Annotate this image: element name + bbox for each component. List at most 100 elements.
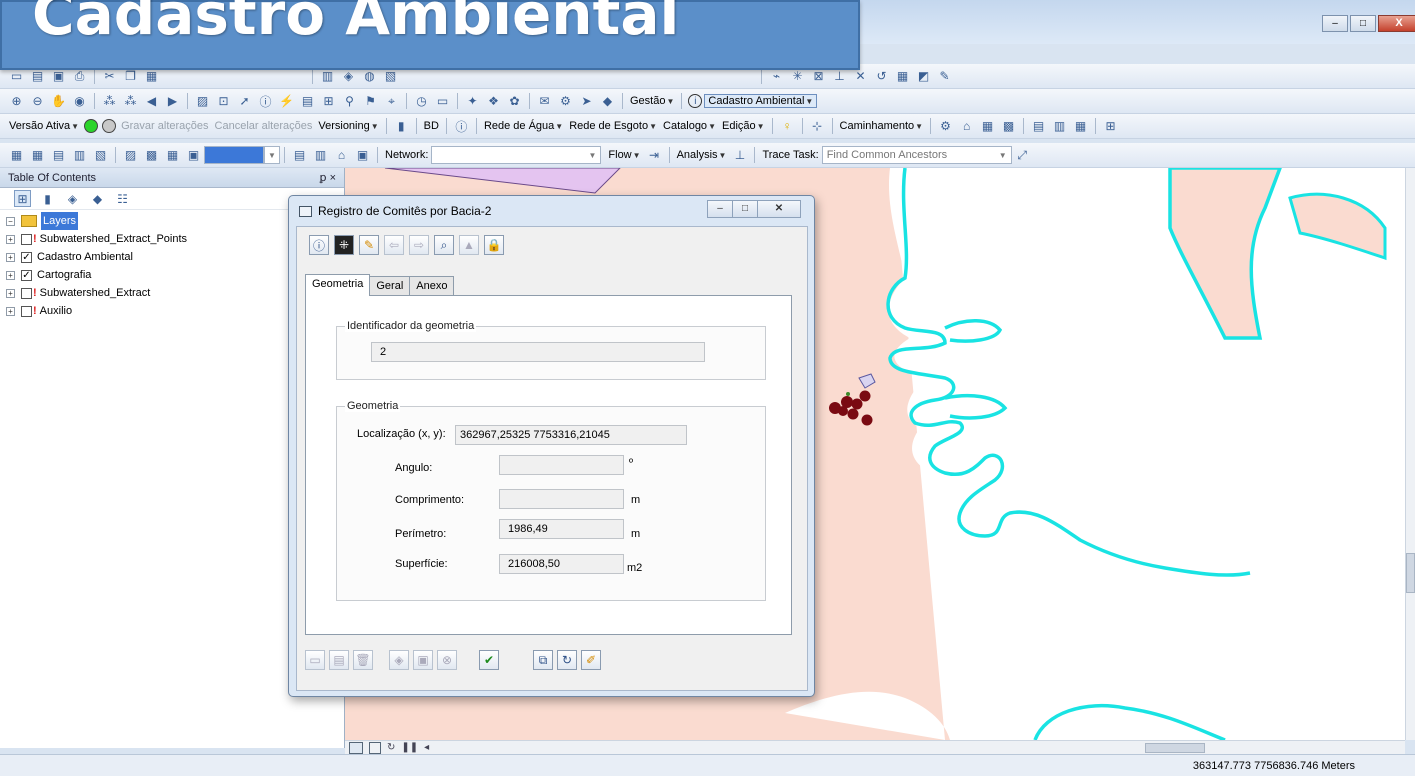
checkmark-icon[interactable]: ✔ <box>479 650 499 670</box>
layer-checkbox[interactable] <box>21 305 32 317</box>
full-extent-icon[interactable]: ◉ <box>71 93 88 110</box>
dialog-maximize-button[interactable]: □ <box>732 200 758 218</box>
snapping-icon[interactable]: ✳ <box>789 68 806 85</box>
analysis-menu[interactable]: Analysis▼ <box>674 149 730 161</box>
scroll-thumb[interactable] <box>1406 553 1415 593</box>
tool-g-icon[interactable]: ⌂ <box>958 118 975 135</box>
tool-i-icon[interactable]: ▩ <box>1000 118 1017 135</box>
expand-icon[interactable]: + <box>6 252 15 262</box>
catalog-icon[interactable]: ▥ <box>319 68 336 85</box>
zoom-extent-icon[interactable]: ⁜ <box>334 235 354 255</box>
versao-ativa-menu[interactable]: Versão Ativa▼ <box>6 120 82 132</box>
pan-icon[interactable]: ✋ <box>50 93 67 110</box>
layer-icon[interactable]: ◈ <box>340 68 357 85</box>
open-folder-icon[interactable]: ▤ <box>29 68 46 85</box>
database-icon[interactable]: ▣ <box>413 650 433 670</box>
flow-menu[interactable]: Flow▼ <box>605 149 643 161</box>
attributes-icon[interactable]: ▦ <box>894 68 911 85</box>
active-version-green-icon[interactable] <box>84 119 99 133</box>
toc-options-icon[interactable]: ☷ <box>114 190 131 207</box>
back-arrow-icon[interactable]: ◀ <box>143 93 160 110</box>
trash-icon[interactable]: 🗑 <box>353 650 373 670</box>
globe-icon[interactable]: ◍ <box>361 68 378 85</box>
edit-record-icon[interactable]: ▤ <box>329 650 349 670</box>
net-i-icon[interactable]: ▣ <box>185 147 202 164</box>
lock-icon[interactable]: 🔒 <box>484 235 504 255</box>
info-icon[interactable]: i <box>688 94 703 108</box>
tool-d-icon[interactable]: ⚙ <box>557 93 574 110</box>
measure-icon[interactable]: ⊞ <box>320 93 337 110</box>
brush-icon[interactable]: ✐ <box>581 650 601 670</box>
trace-task-select[interactable]: Find Common Ancestors ▼ <box>821 146 1012 164</box>
info-circle-icon[interactable]: ⓘ <box>453 118 470 135</box>
list-by-visibility-icon[interactable]: ◈ <box>64 190 81 207</box>
caminhamento-menu[interactable]: Caminhamento▼ <box>837 120 927 132</box>
net-a-icon[interactable]: ▦ <box>8 147 25 164</box>
cadastro-ambiental-menu[interactable]: Cadastro Ambiental▼ <box>704 94 818 108</box>
new-record-icon[interactable]: ▭ <box>305 650 325 670</box>
tab-geral[interactable]: Geral <box>369 276 411 296</box>
select-elements-icon[interactable]: ➚ <box>236 93 253 110</box>
versioning-menu[interactable]: Versioning▼ <box>315 120 381 132</box>
edicao-menu[interactable]: Edição▼ <box>719 120 768 132</box>
lock-disabled-icon[interactable]: ▲ <box>459 235 479 255</box>
tool-e-icon[interactable]: ◆ <box>599 93 616 110</box>
net-l-icon[interactable]: ⌂ <box>333 147 350 164</box>
map-horizontal-scrollbar[interactable]: ↻ ❚❚ ◂ <box>345 740 1405 754</box>
mail-icon[interactable]: ✉ <box>536 93 553 110</box>
refresh-record-icon[interactable]: ↻ <box>557 650 577 670</box>
copy-layout-icon[interactable]: ⧉ <box>533 650 553 670</box>
zoom-in-icon[interactable]: ⊕ <box>8 93 25 110</box>
sketch-icon[interactable]: ◩ <box>915 68 932 85</box>
expand-icon[interactable]: + <box>6 288 15 298</box>
edit-tool-icon[interactable]: ✎ <box>936 68 953 85</box>
list-by-source-icon[interactable]: ▮ <box>39 190 56 207</box>
expand-icon[interactable]: + <box>6 270 15 280</box>
bd-button[interactable]: BD <box>421 120 442 132</box>
tool-k-icon[interactable]: ▥ <box>1051 118 1068 135</box>
localizacao-field[interactable]: 362967,25325 7753316,21045 <box>455 425 687 445</box>
clear-selection-icon[interactable]: ⊡ <box>215 93 232 110</box>
tool-j-icon[interactable]: ▤ <box>1030 118 1047 135</box>
expand-icon[interactable]: + <box>6 306 15 316</box>
tool-l-icon[interactable]: ▦ <box>1072 118 1089 135</box>
gestao-menu[interactable]: Gestão▼ <box>627 95 677 107</box>
dialog-close-button[interactable]: ✕ <box>757 200 801 218</box>
html-popup-icon[interactable]: ▤ <box>299 93 316 110</box>
fixed-zoom-out-icon[interactable]: ⁂ <box>122 93 139 110</box>
edit-vertices-icon[interactable]: ⌁ <box>768 68 785 85</box>
layout-view-icon[interactable] <box>369 741 381 754</box>
viewer-icon[interactable]: ▭ <box>434 93 451 110</box>
net-e-icon[interactable]: ▧ <box>92 147 109 164</box>
go-to-xy-icon[interactable]: ⌖ <box>383 93 400 110</box>
info-icon[interactable]: ⓘ <box>309 235 329 255</box>
solve-icon[interactable]: ⤢ <box>1014 147 1031 164</box>
close-button[interactable]: X <box>1378 15 1415 32</box>
print-icon[interactable]: ⎙ <box>71 68 88 85</box>
hyperlink-icon[interactable]: ⚡ <box>278 93 295 110</box>
rede-de-esgoto-menu[interactable]: Rede de Esgoto▼ <box>566 120 660 132</box>
identificador-field[interactable]: 2 <box>371 342 705 362</box>
net-f-icon[interactable]: ▨ <box>122 147 139 164</box>
perimetro-field[interactable]: 1986,49 <box>499 519 624 539</box>
flow-arrow-icon[interactable]: ⇥ <box>646 147 663 164</box>
net-k-icon[interactable]: ▥ <box>312 147 329 164</box>
cross-icon[interactable]: ✕ <box>852 68 869 85</box>
route-icon[interactable]: ⚑ <box>362 93 379 110</box>
cut-icon[interactable]: ✂ <box>101 68 118 85</box>
maximize-button[interactable]: □ <box>1350 15 1376 32</box>
search-icon[interactable]: ⌕ <box>434 235 454 255</box>
list-by-selection-icon[interactable]: ◆ <box>89 190 106 207</box>
lightbulb-icon[interactable]: ♀ <box>779 118 796 135</box>
select-features-icon[interactable]: ▨ <box>194 93 211 110</box>
scroll-left-icon[interactable]: ◂ <box>424 742 429 753</box>
new-document-icon[interactable]: ▭ <box>8 68 25 85</box>
forward-icon[interactable]: ⇨ <box>409 235 429 255</box>
refresh-icon[interactable]: ↻ <box>387 742 395 753</box>
back-icon[interactable]: ⇦ <box>384 235 404 255</box>
eraser-icon[interactable]: ◈ <box>389 650 409 670</box>
catalogo-menu[interactable]: Catalogo▼ <box>660 120 719 132</box>
pointer-icon[interactable]: ➤ <box>578 93 595 110</box>
gravar-alteracoes-button[interactable]: Gravar alterações <box>118 120 211 132</box>
trace-tool-icon[interactable]: ⊥ <box>731 147 748 164</box>
